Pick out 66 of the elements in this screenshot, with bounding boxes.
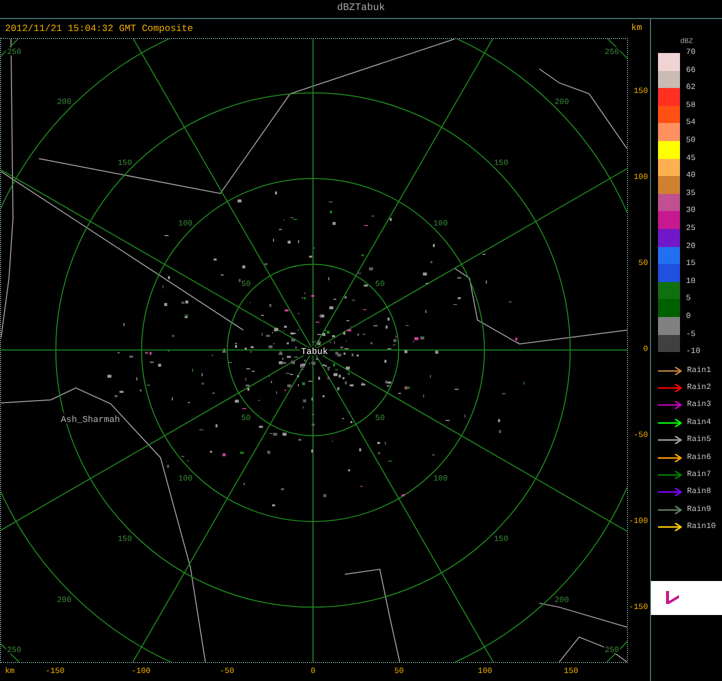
- range-label: 200: [554, 596, 569, 605]
- unit-label: km: [5, 668, 15, 676]
- scale-label: 30: [686, 207, 696, 216]
- track-label: Rain9: [687, 506, 712, 514]
- scale-label: -5: [686, 330, 696, 339]
- x-axis-tick: 50: [393, 668, 405, 676]
- range-label: 250: [604, 48, 620, 58]
- scale-label: 5: [686, 295, 691, 304]
- track-label: Rain6: [687, 454, 712, 462]
- timestamp-header: 2012/11/21 15:04:32 GMT Composite: [5, 24, 194, 34]
- scale-label: 58: [686, 102, 696, 110]
- track-label: Rain4: [687, 418, 712, 427]
- scale-label: 20: [686, 242, 696, 251]
- y-axis-tick: 0: [643, 346, 648, 354]
- x-axis-tick: -150: [44, 668, 66, 676]
- scale-label: 35: [686, 190, 696, 198]
- range-label: 50: [241, 280, 251, 290]
- y-axis-tick: -150: [628, 604, 648, 612]
- range-label: 100: [178, 219, 193, 228]
- range-label: 250: [6, 646, 22, 655]
- range-label: 200: [554, 98, 569, 108]
- scale-label: 25: [686, 225, 696, 233]
- track-label: Rain7: [687, 470, 712, 479]
- place-label: Tabuk: [301, 347, 328, 357]
- range-label: 50: [241, 414, 251, 423]
- range-label: 150: [494, 158, 508, 168]
- range-label: 200: [57, 596, 72, 605]
- y-axis-tick: 100: [634, 174, 648, 182]
- y-axis-tick: -100: [628, 518, 648, 526]
- range-label: 150: [118, 535, 132, 544]
- range-label: 100: [433, 474, 448, 484]
- x-axis-tick: -50: [218, 668, 236, 676]
- scale-label: -10: [686, 348, 700, 356]
- x-axis-tick: 150: [562, 668, 580, 676]
- scale-label: 15: [686, 260, 696, 268]
- range-label: 100: [178, 474, 193, 484]
- scale-label: 0: [686, 313, 691, 321]
- scale-label: 10: [686, 278, 696, 286]
- track-label: Rain8: [687, 488, 712, 496]
- track-label: Rain2: [687, 384, 712, 392]
- y-axis-tick: 50: [638, 260, 648, 268]
- scale-label: 66: [686, 66, 696, 75]
- scale-label: 62: [686, 84, 696, 92]
- track-label: Rain3: [687, 401, 712, 410]
- range-label: 50: [375, 280, 385, 290]
- window-title: dBZTabuk: [336, 4, 385, 14]
- range-label: 200: [57, 98, 72, 108]
- y-axis-tick: 150: [634, 88, 648, 96]
- scale-label: 45: [686, 154, 696, 163]
- x-axis-tick: 100: [476, 668, 494, 676]
- scale-label: 50: [686, 137, 696, 145]
- range-label: 100: [433, 219, 448, 228]
- range-label: 150: [494, 535, 508, 544]
- range-label: 50: [375, 414, 385, 423]
- x-axis-tick: 0: [310, 668, 316, 676]
- scale-label: 54: [686, 119, 696, 128]
- track-label: Rain5: [687, 436, 712, 444]
- range-label: 150: [118, 158, 132, 168]
- scale-label: 70: [686, 49, 696, 57]
- track-label: Rain10: [687, 523, 716, 532]
- x-axis-tick: -100: [130, 668, 152, 676]
- unit-label: km: [631, 24, 642, 33]
- logo-icon: [665, 590, 681, 605]
- scale-label: 40: [686, 172, 696, 180]
- y-axis-tick: -50: [634, 432, 648, 440]
- track-label: Rain1: [687, 366, 712, 375]
